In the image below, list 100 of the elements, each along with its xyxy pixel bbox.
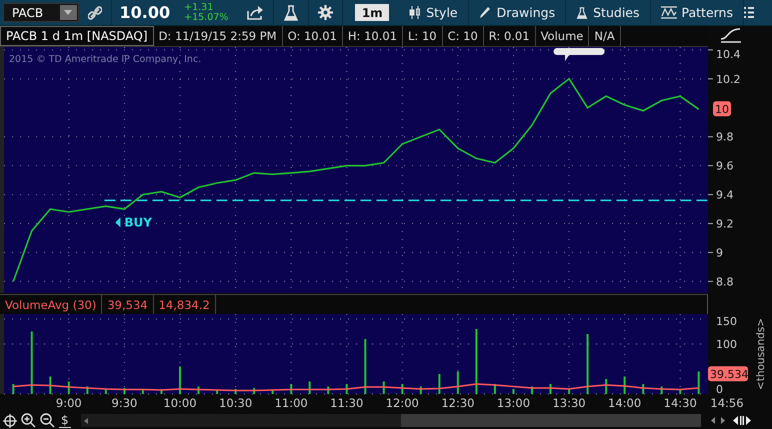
price-change: +1.31 <box>184 2 214 12</box>
last-price: 10.00 <box>118 3 172 22</box>
volume-bar <box>30 332 33 394</box>
pencil-icon <box>478 6 492 19</box>
info-field: L: 10 <box>403 26 443 46</box>
zoom-in-icon[interactable] <box>21 413 36 428</box>
settings-icon[interactable] <box>318 5 334 20</box>
volume-bar <box>475 329 478 394</box>
scroll-left-icon[interactable] <box>84 418 88 424</box>
price-tick-label: 9.2 <box>716 218 734 231</box>
symbol-text: PACB <box>12 6 44 20</box>
volume-bar <box>679 389 682 394</box>
volume-bar <box>364 339 366 394</box>
buy-arrow-icon <box>115 217 120 228</box>
zoom-out-icon[interactable] <box>40 413 55 428</box>
percent-change: +15.07% <box>184 12 228 22</box>
price-tick-label: 9 <box>716 246 723 260</box>
share-icon[interactable] <box>247 6 264 20</box>
volume-bar <box>327 386 330 394</box>
volume-bar <box>494 384 496 394</box>
scrollbar-thumb[interactable] <box>400 414 701 427</box>
volume-bar <box>308 382 311 394</box>
copyright-text: 2015 © TD Ameritrade IP Company, Inc. <box>9 54 202 65</box>
current-volume-badge: 39.534 <box>708 366 748 382</box>
curve-icon[interactable] <box>720 27 742 43</box>
candlestick-icon <box>409 6 422 19</box>
price-tick-label: 10.4 <box>716 48 740 61</box>
volume-bar <box>660 386 663 394</box>
time-tick-label: 11:00 <box>274 396 308 410</box>
volume-bar <box>234 389 237 394</box>
volume-tick-label: 100 <box>716 338 737 351</box>
price-tick-label: 9.8 <box>716 130 734 144</box>
dropdown-caret-icon[interactable] <box>64 10 72 15</box>
price-scale-button[interactable]: $ <box>59 414 71 428</box>
time-tick-label: 11:30 <box>330 396 364 410</box>
volume-bar <box>253 388 256 394</box>
time-tick-label: 14:30 <box>664 396 697 410</box>
time-tick-label: 14:00 <box>608 396 642 410</box>
scroll-arrows-icon[interactable] <box>710 417 725 424</box>
callout-bubble <box>554 48 605 61</box>
toolbar-menu-button[interactable]: Drawings <box>468 0 566 25</box>
price-tick-label: 8.8 <box>716 275 734 288</box>
info-field: R: 0.01 <box>484 26 536 46</box>
toolbar-menu-button[interactable]: Style <box>399 0 469 25</box>
info-field: C: 10 <box>442 26 484 46</box>
time-tick-label: 13:30 <box>552 396 586 410</box>
symbol-field[interactable]: PACB <box>3 3 79 22</box>
volume-bar <box>49 376 52 394</box>
toolbar-menu-button[interactable]: Studies <box>566 0 650 25</box>
price-tick-label: 9.6 <box>716 160 734 173</box>
volume-bar <box>420 386 422 394</box>
time-end-label: 14:56 <box>710 396 744 410</box>
volume-bar <box>401 384 404 394</box>
info-field: O: 10.01 <box>282 26 343 46</box>
volume-bar <box>642 384 644 394</box>
toolbar-menu-button[interactable]: Patterns <box>650 0 744 25</box>
volume-bar <box>586 334 589 394</box>
scrollbar-track[interactable] <box>80 414 701 427</box>
volume-bar <box>104 389 107 394</box>
time-tick-label: 10:30 <box>219 396 252 410</box>
crosshair-icon[interactable] <box>3 414 17 428</box>
volume-bar <box>68 382 70 394</box>
resize-handle-icon[interactable] <box>732 416 751 425</box>
current-price-badge: 10 <box>713 101 731 116</box>
volume-bar <box>123 388 126 394</box>
volume-bar <box>512 389 514 394</box>
price-tick-label: 9.4 <box>716 188 734 202</box>
volume-bar <box>272 390 274 394</box>
volume-bar <box>290 384 292 394</box>
volume-bar <box>142 390 144 394</box>
volume-tick-label: 150 <box>716 315 737 328</box>
volume-bar <box>12 384 14 394</box>
volume-bar <box>624 376 626 394</box>
link-icon[interactable] <box>88 6 102 20</box>
volume-bar <box>568 389 570 394</box>
info-field: N/A <box>589 26 621 46</box>
menu-icon[interactable] <box>744 7 754 18</box>
studies-flask-icon <box>576 6 588 18</box>
volume-bar <box>698 372 700 394</box>
price-tick-label: 10.2 <box>716 72 740 86</box>
volume-bar <box>382 382 385 394</box>
time-tick-label: 13:00 <box>496 396 530 410</box>
volume-bar <box>550 384 552 394</box>
volume-bar <box>605 379 608 394</box>
axis-unit-label: <thousands> <box>755 318 767 390</box>
chart-title: PACB 1 d 1m [NASDAQ] <box>0 26 154 46</box>
time-tick-label: 9:00 <box>56 396 82 410</box>
volume-bar <box>86 386 88 394</box>
volume-bar <box>346 384 348 394</box>
buy-label: BUY <box>124 215 152 230</box>
volume-bar <box>456 372 459 394</box>
info-field: D: 11/19/15 2:59 PM <box>154 26 283 46</box>
volume-bar <box>216 390 218 394</box>
volume-tick-label: 0 <box>716 383 723 396</box>
pattern-icon <box>660 6 676 19</box>
time-tick-label: 9:30 <box>112 396 138 410</box>
flask-icon[interactable] <box>283 4 300 20</box>
interval-button[interactable]: 1m <box>355 4 390 21</box>
volume-bar <box>160 389 162 394</box>
info-field: Volume <box>536 26 590 46</box>
